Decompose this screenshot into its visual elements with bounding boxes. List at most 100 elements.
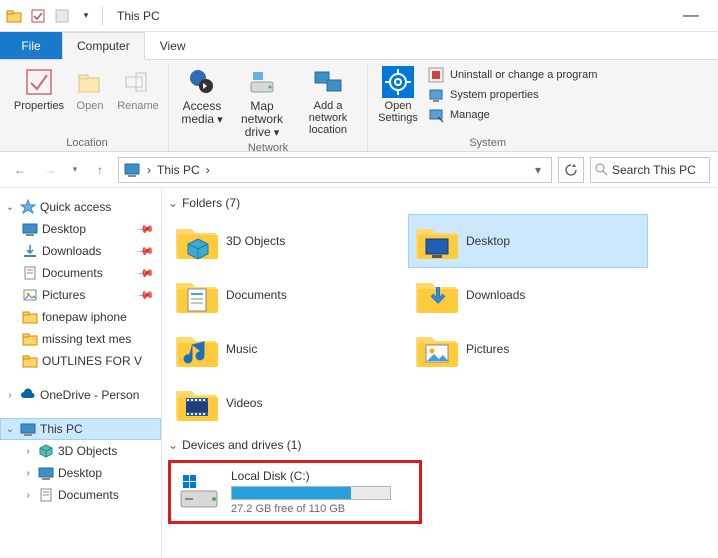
folder-icon <box>414 327 458 371</box>
chevron-down-icon[interactable]: ⌄ <box>4 202 16 213</box>
folder-item[interactable]: Documents <box>168 268 408 322</box>
tree-item[interactable]: Documents 📌 <box>0 262 161 284</box>
properties-icon <box>23 66 55 98</box>
folder-icon <box>174 273 218 317</box>
group-network-label: Network <box>248 140 288 156</box>
item-icon <box>22 287 38 303</box>
breadcrumb-thispc[interactable]: This PC <box>157 163 200 177</box>
back-button[interactable]: ← <box>8 158 32 182</box>
folder-item[interactable]: 3D Objects <box>168 214 408 268</box>
address-dropdown[interactable]: ▾ <box>529 163 547 177</box>
network-location-icon <box>312 66 344 98</box>
drive-name: Local Disk (C:) <box>231 469 413 483</box>
tree-item[interactable]: missing text mes <box>0 328 161 350</box>
drive-icon <box>177 469 221 513</box>
up-button[interactable]: ↑ <box>88 158 112 182</box>
explorer-icon <box>4 6 24 26</box>
chevron-down-icon[interactable]: ⌄ <box>4 424 16 435</box>
tree-thispc[interactable]: ⌄This PC <box>0 418 161 440</box>
pin-icon: 📌 <box>137 242 156 261</box>
tree-item[interactable]: Pictures 📌 <box>0 284 161 306</box>
uninstall-row[interactable]: Uninstall or change a program <box>424 66 601 84</box>
star-icon <box>20 199 36 215</box>
tree-item[interactable]: › Documents <box>0 484 161 506</box>
add-location-button[interactable]: Add a network location <box>295 64 361 140</box>
recent-dropdown[interactable]: ▾ <box>68 158 82 182</box>
chevron-down-icon: ⌄ <box>168 196 178 210</box>
chevron-right-icon[interactable]: › <box>22 490 34 501</box>
search-placeholder: Search This PC <box>612 163 696 177</box>
tree-item[interactable]: fonepaw iphone <box>0 306 161 328</box>
properties-button[interactable]: Properties <box>12 64 66 135</box>
rename-icon <box>122 66 154 98</box>
folder-icon <box>174 327 218 371</box>
item-icon <box>38 443 54 459</box>
sysprops-icon <box>428 87 444 103</box>
search-box[interactable]: Search This PC <box>590 157 710 183</box>
group-system-label: System <box>469 135 506 151</box>
qat-new-icon[interactable] <box>52 6 72 26</box>
pc-icon <box>20 421 36 437</box>
sysprops-row[interactable]: System properties <box>424 86 601 104</box>
media-icon <box>186 66 218 98</box>
chevron-right-icon[interactable]: › <box>22 468 34 479</box>
item-icon <box>38 487 54 503</box>
item-icon <box>22 221 38 237</box>
rename-button[interactable]: Rename <box>114 64 162 135</box>
section-drives-header[interactable]: ⌄Devices and drives (1) <box>168 434 712 456</box>
qat-dropdown-icon[interactable]: ▾ <box>76 6 96 26</box>
breadcrumb-sep1: › <box>147 163 151 177</box>
folder-icon <box>174 381 218 425</box>
folder-item[interactable]: Videos <box>168 376 408 430</box>
drive-local-c[interactable]: Local Disk (C:) 27.2 GB free of 110 GB <box>168 460 422 524</box>
item-icon <box>22 309 38 325</box>
manage-row[interactable]: Manage <box>424 106 601 124</box>
tab-computer[interactable]: Computer <box>62 32 145 60</box>
tab-view[interactable]: View <box>145 32 201 59</box>
tab-file[interactable]: File <box>0 32 62 59</box>
item-icon <box>22 265 38 281</box>
manage-icon <box>428 107 444 123</box>
address-bar[interactable]: › This PC › ▾ <box>118 157 552 183</box>
folder-item[interactable]: Music <box>168 322 408 376</box>
settings-icon <box>382 66 414 98</box>
map-drive-icon <box>246 66 278 98</box>
tree-item[interactable]: OUTLINES FOR V <box>0 350 161 372</box>
folder-icon <box>414 273 458 317</box>
tree-onedrive[interactable]: ›OneDrive - Person <box>0 384 161 406</box>
open-button[interactable]: Open <box>68 64 112 135</box>
item-icon <box>38 465 54 481</box>
tree-item[interactable]: › Desktop <box>0 462 161 484</box>
nav-tree: ⌄Quick access Desktop 📌 Downloads 📌 Docu… <box>0 188 162 558</box>
chevron-down-icon: ⌄ <box>168 438 178 452</box>
chevron-right-icon[interactable]: › <box>4 390 16 401</box>
drive-free-text: 27.2 GB free of 110 GB <box>231 503 413 515</box>
chevron-right-icon[interactable]: › <box>22 446 34 457</box>
access-media-button[interactable]: Access media ▾ <box>175 64 229 140</box>
tree-item[interactable]: › 3D Objects <box>0 440 161 462</box>
map-drive-button[interactable]: Map network drive ▾ <box>231 64 293 140</box>
refresh-button[interactable] <box>558 157 584 183</box>
open-settings-button[interactable]: Open Settings <box>374 64 422 135</box>
breadcrumb-sep2: › <box>206 163 210 177</box>
folder-item[interactable]: Downloads <box>408 268 648 322</box>
folder-item[interactable]: Pictures <box>408 322 648 376</box>
pin-icon: 📌 <box>137 220 156 239</box>
drive-capacity-bar <box>231 486 391 500</box>
uninstall-icon <box>428 67 444 83</box>
qat-properties-icon[interactable] <box>28 6 48 26</box>
folder-icon <box>174 219 218 263</box>
forward-button[interactable]: → <box>38 158 62 182</box>
tree-quick-access[interactable]: ⌄Quick access <box>0 196 161 218</box>
window-title: This PC <box>117 9 160 23</box>
pin-icon: 📌 <box>137 264 156 283</box>
tree-item[interactable]: Desktop 📌 <box>0 218 161 240</box>
pin-icon: 📌 <box>137 286 156 305</box>
minimize-button[interactable]: — <box>668 1 714 31</box>
cloud-icon <box>20 387 36 403</box>
section-folders-header[interactable]: ⌄Folders (7) <box>168 192 712 214</box>
item-icon <box>22 331 38 347</box>
folder-item[interactable]: Desktop <box>408 214 648 268</box>
tree-item[interactable]: Downloads 📌 <box>0 240 161 262</box>
open-icon <box>74 66 106 98</box>
